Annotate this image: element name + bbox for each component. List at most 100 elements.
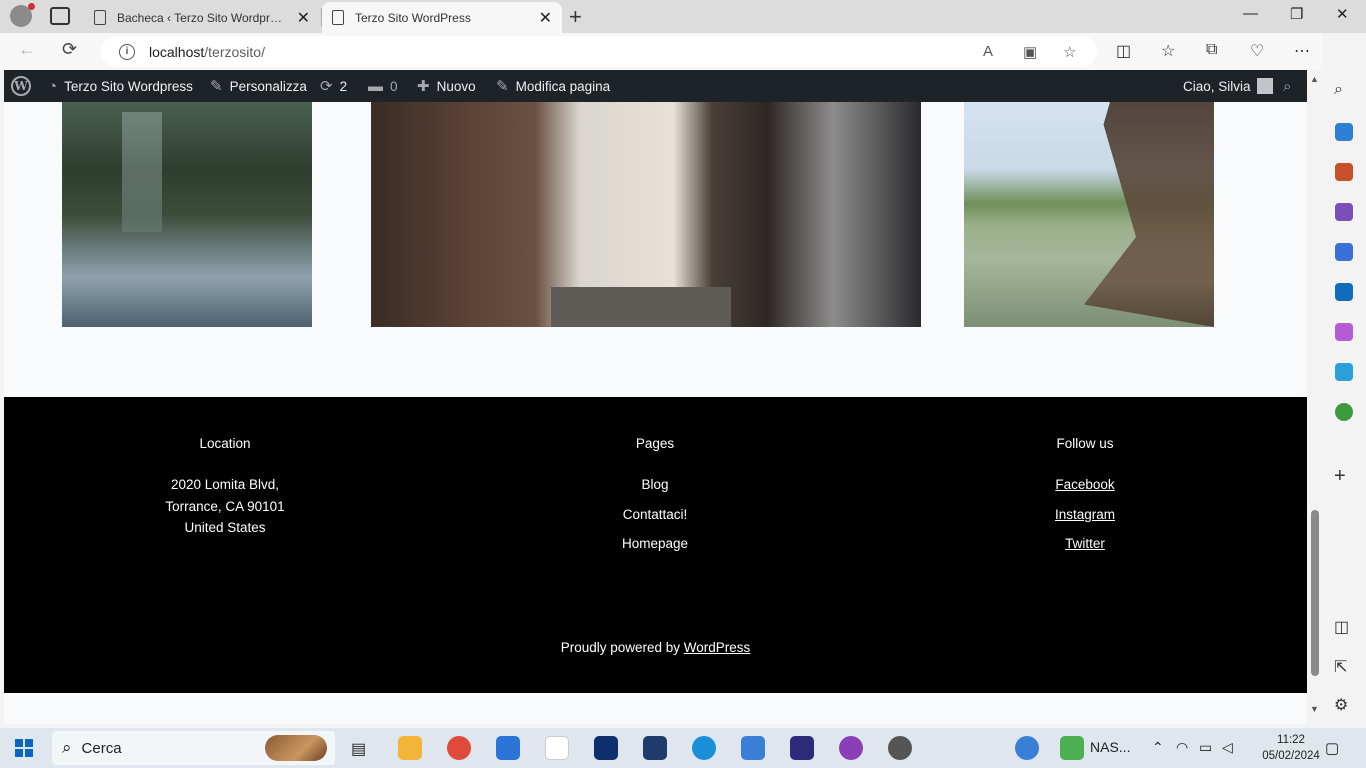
shopping-icon[interactable] xyxy=(1335,123,1353,141)
amazon-icon[interactable] xyxy=(545,736,569,760)
instagram-link[interactable]: Instagram xyxy=(1055,507,1115,522)
edit-page-label: Modifica pagina xyxy=(515,78,611,94)
window-close-icon[interactable]: ✕ xyxy=(1336,5,1349,23)
office-icon[interactable] xyxy=(1335,243,1353,261)
updates-count: 2 xyxy=(339,78,348,94)
taskbar-search[interactable]: ⌕ Cerca xyxy=(52,731,335,765)
footer-link-blog[interactable]: Blog xyxy=(505,477,805,492)
windows-start-icon[interactable] xyxy=(15,739,33,757)
scroll-down-icon[interactable]: ▼ xyxy=(1310,704,1319,714)
forest-river-image xyxy=(62,102,312,327)
webex-icon[interactable] xyxy=(790,736,814,760)
wp-logo-menu[interactable]: W xyxy=(11,70,31,102)
edge-icon[interactable] xyxy=(692,736,716,760)
powershell-icon[interactable] xyxy=(643,736,667,760)
admin-comments[interactable]: ▬ 0 xyxy=(368,70,398,102)
mail-icon[interactable] xyxy=(741,736,765,760)
dropbox-icon[interactable] xyxy=(594,736,618,760)
greeting-label: Ciao, Silvia xyxy=(1183,78,1251,94)
more-menu-icon[interactable]: ⋯ xyxy=(1294,41,1310,61)
tab-terzo-sito[interactable]: Terzo Sito WordPress ✕ xyxy=(322,2,562,33)
collections-icon[interactable]: ⧉ xyxy=(1206,41,1217,59)
minimize-icon[interactable]: — xyxy=(1243,5,1258,22)
new-tab-icon[interactable]: + xyxy=(569,4,582,30)
nas-widget-label[interactable]: NAS... xyxy=(1090,739,1130,755)
back-icon[interactable]: ← xyxy=(18,39,36,60)
tray-chevron-icon[interactable]: ⌃ xyxy=(1152,739,1164,756)
add-icon[interactable]: + xyxy=(1334,465,1346,488)
scrollbar-thumb[interactable] xyxy=(1311,510,1319,676)
tools-icon[interactable] xyxy=(1335,163,1353,181)
designer-icon[interactable] xyxy=(1335,323,1353,341)
app-available-icon[interactable]: ▣ xyxy=(1023,43,1037,61)
task-view-icon[interactable]: ▤ xyxy=(351,739,366,759)
wordpress-link[interactable]: WordPress xyxy=(684,640,751,655)
sidebar-toggle-icon[interactable]: ◫ xyxy=(1334,617,1349,637)
wp-admin-bar: W ◔ Terzo Sito Wordpress ✎ Personalizza … xyxy=(4,70,1307,102)
split-screen-icon[interactable]: ◫ xyxy=(1116,41,1131,61)
scroll-up-icon[interactable]: ▲ xyxy=(1310,74,1319,84)
address-bar[interactable]: i localhost/terzosito/ A ▣ ☆ xyxy=(101,36,1097,67)
new-label: Nuovo xyxy=(436,78,476,94)
battery-icon[interactable]: ▭ xyxy=(1199,739,1212,756)
admin-new[interactable]: ✚ Nuovo xyxy=(417,70,476,102)
facebook-link[interactable]: Facebook xyxy=(1055,477,1114,492)
store-icon[interactable] xyxy=(496,736,520,760)
address-line: 2020 Lomita Blvd, xyxy=(170,477,280,492)
restore-icon[interactable]: ❐ xyxy=(1290,5,1303,23)
close-icon[interactable]: ✕ xyxy=(297,8,310,28)
admin-site-name[interactable]: ◔ Terzo Sito Wordpress xyxy=(48,70,193,102)
admin-edit-page[interactable]: ✎ Modifica pagina xyxy=(496,70,610,102)
page-viewport: W ◔ Terzo Sito Wordpress ✎ Personalizza … xyxy=(4,70,1307,724)
url-text[interactable]: localhost/terzosito/ xyxy=(149,44,265,60)
admin-updates[interactable]: ⟳ 2 xyxy=(320,70,347,102)
url-path: /terzosito/ xyxy=(204,43,265,60)
wifi-icon[interactable]: ◠ xyxy=(1176,739,1188,756)
file-explorer-icon[interactable] xyxy=(398,736,422,760)
help-icon[interactable] xyxy=(1015,736,1039,760)
info-icon[interactable]: i xyxy=(119,43,135,60)
games-icon[interactable] xyxy=(1335,203,1353,221)
admin-search[interactable]: ⌕ xyxy=(1283,70,1291,102)
refresh-icon[interactable]: ⟳ xyxy=(62,39,77,60)
tab-actions-icon[interactable] xyxy=(50,7,70,25)
chrome-icon[interactable] xyxy=(447,736,471,760)
performance-icon[interactable]: ♡ xyxy=(1250,41,1264,61)
pencil-icon: ✎ xyxy=(496,78,509,95)
edge-sidebar: ⌕ + ◫ ⇱ ⚙ xyxy=(1323,33,1366,724)
customize-label: Personalizza xyxy=(229,78,307,94)
site-footer: Location 2020 Lomita Blvd, Torrance, CA … xyxy=(4,397,1307,693)
browser-tab-strip: Bacheca ‹ Terzo Sito Wordpress — ✕ Terzo… xyxy=(0,0,1366,33)
search-icon[interactable]: ⌕ xyxy=(1334,81,1343,99)
london-street-image xyxy=(371,102,921,327)
notification-icon[interactable]: ▢ xyxy=(1325,739,1339,757)
stock-widget-icon[interactable] xyxy=(1060,736,1084,760)
github-icon[interactable] xyxy=(888,736,912,760)
profile-icon[interactable] xyxy=(10,3,35,27)
wordpress-logo-icon: W xyxy=(11,76,31,96)
clock-date: 05/02/2024 xyxy=(1262,750,1320,762)
admin-account[interactable]: Ciao, Silvia xyxy=(1183,70,1273,102)
favorites-icon[interactable]: ☆ xyxy=(1161,41,1175,61)
footer-link-homepage[interactable]: Homepage xyxy=(505,536,805,551)
tree-icon[interactable] xyxy=(1335,403,1353,421)
footer-follow-heading: Follow us xyxy=(1056,436,1114,451)
volume-icon[interactable]: ◁ xyxy=(1222,739,1233,756)
favorite-star-icon[interactable]: ☆ xyxy=(1063,43,1076,61)
tab-bacheca[interactable]: Bacheca ‹ Terzo Sito Wordpress — ✕ xyxy=(84,2,320,33)
close-icon[interactable]: ✕ xyxy=(539,8,552,28)
admin-customize[interactable]: ✎ Personalizza xyxy=(210,70,307,102)
tab-title: Terzo Sito WordPress xyxy=(355,10,471,25)
github-desktop-icon[interactable] xyxy=(839,736,863,760)
settings-gear-icon[interactable]: ⚙ xyxy=(1334,695,1348,715)
read-aloud-icon[interactable]: A xyxy=(983,43,993,60)
external-link-icon[interactable]: ⇱ xyxy=(1334,657,1347,677)
send-icon[interactable] xyxy=(1335,363,1353,381)
outlook-icon[interactable] xyxy=(1335,283,1353,301)
footer-link-contattaci[interactable]: Contattaci! xyxy=(505,507,805,522)
search-icon: ⌕ xyxy=(62,738,72,757)
taskbar-clock[interactable]: 11:22 05/02/2024 xyxy=(1262,732,1320,764)
twitter-link[interactable]: Twitter xyxy=(1065,536,1105,551)
search-highlight-image xyxy=(265,735,327,761)
page-scrollbar[interactable]: ▲ ▼ xyxy=(1307,70,1323,724)
